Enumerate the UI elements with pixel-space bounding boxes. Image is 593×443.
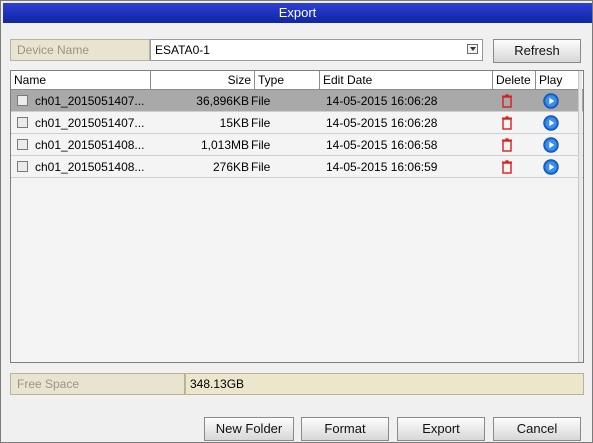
file-name: ch01_2015051408... [35,160,145,174]
column-size[interactable]: Size [151,71,255,90]
table-header: Name Size Type Edit Date Delete Play [11,71,583,90]
free-space-label: Free Space [10,373,185,395]
file-table: Name Size Type Edit Date Delete Play ch0… [10,70,584,363]
file-edit-date: 14-05-2015 16:06:28 [326,94,438,108]
file-edit-date: 14-05-2015 16:06:58 [326,138,438,152]
checkbox-icon[interactable] [17,161,28,172]
export-button[interactable]: Export [397,417,485,441]
column-edit-date[interactable]: Edit Date [320,71,493,90]
file-edit-date: 14-05-2015 16:06:28 [326,116,438,130]
file-type: File [251,160,271,174]
format-button[interactable]: Format [301,417,389,441]
column-delete: Delete [493,71,536,90]
table-row[interactable]: ch01_2015051408... 1,013MB File 14-05-2015 … [11,134,583,156]
trash-icon[interactable] [500,116,514,130]
column-type[interactable]: Type [255,71,320,90]
device-name-value: ESATA0-1 [155,43,210,57]
cancel-button[interactable]: Cancel [493,417,581,441]
chevron-down-icon[interactable] [467,44,478,54]
play-icon[interactable] [543,93,559,109]
table-row[interactable]: ch01_2015051408... 276KB File 14-05-2015 16… [11,156,583,178]
column-name[interactable]: Name [11,71,151,90]
trash-icon[interactable] [500,138,514,152]
play-icon[interactable] [543,137,559,153]
file-type: File [251,138,271,152]
export-dialog: Export Device Name ESATA0-1 Refresh Name… [0,0,593,443]
file-size: 276KB [212,160,249,174]
file-type: File [251,116,271,130]
trash-icon[interactable] [500,160,514,174]
table-row[interactable]: ch01_2015051407... 36,896KB File 14-05-2015… [11,90,583,112]
file-size: 36,896KB [196,94,249,108]
file-size: 15KB [219,116,249,130]
column-play: Play [536,71,581,90]
table-row[interactable]: ch01_2015051407... 15KB File 14-05-2015 16:… [11,112,583,134]
file-size: 1,013MB [200,138,249,152]
refresh-button[interactable]: Refresh [493,39,581,63]
dialog-title: Export [3,3,592,23]
checkbox-icon[interactable] [17,95,28,106]
device-name-label: Device Name [10,39,150,61]
play-icon[interactable] [543,115,559,131]
free-space-value: 348.13GB [185,373,584,395]
file-name: ch01_2015051407... [35,116,145,130]
checkbox-icon[interactable] [17,117,28,128]
scrollbar[interactable] [578,71,582,362]
file-name: ch01_2015051408... [35,138,145,152]
checkbox-icon[interactable] [17,139,28,150]
play-icon[interactable] [543,159,559,175]
trash-icon[interactable] [500,94,514,108]
new-folder-button[interactable]: New Folder [204,417,294,441]
file-edit-date: 14-05-2015 16:06:59 [326,160,438,174]
file-name: ch01_2015051407... [35,94,145,108]
file-type: File [251,94,271,108]
device-name-select[interactable]: ESATA0-1 [150,39,483,61]
